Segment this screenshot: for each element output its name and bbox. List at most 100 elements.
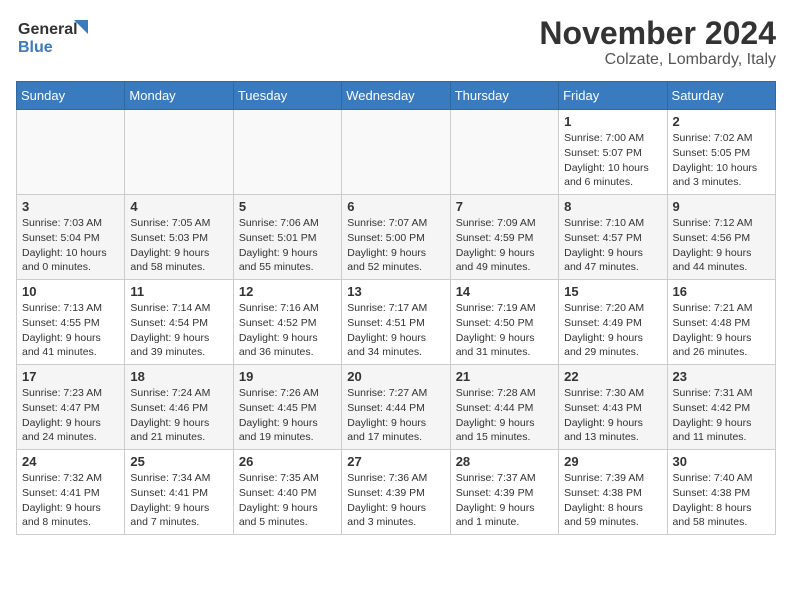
day-cell: 14 Sunrise: 7:19 AM Sunset: 4:50 PM Dayli… xyxy=(450,280,558,365)
day-cell: 20 Sunrise: 7:27 AM Sunset: 4:44 PM Dayli… xyxy=(342,365,450,450)
day-cell: 15 Sunrise: 7:20 AM Sunset: 4:49 PM Dayli… xyxy=(559,280,667,365)
day-cell xyxy=(125,110,233,195)
day-number: 23 xyxy=(673,369,770,384)
day-cell: 11Sunrise: 7:14 AM Sunset: 4:54 PM Dayli… xyxy=(125,280,233,365)
day-number: 1 xyxy=(564,114,661,129)
day-number: 30 xyxy=(673,454,770,469)
day-cell: 16 Sunrise: 7:21 AM Sunset: 4:48 PM Dayli… xyxy=(667,280,775,365)
day-info: Sunrise: 7:21 AM Sunset: 4:48 PM Dayligh… xyxy=(673,301,770,360)
week-row-2: 3Sunrise: 7:03 AM Sunset: 5:04 PM Daylig… xyxy=(17,195,776,280)
day-info: Sunrise: 7:05 AM Sunset: 5:03 PM Dayligh… xyxy=(130,216,227,275)
day-info: Sunrise: 7:34 AM Sunset: 4:41 PM Dayligh… xyxy=(130,471,227,530)
day-cell: 30Sunrise: 7:40 AM Sunset: 4:38 PM Dayli… xyxy=(667,450,775,535)
day-cell: 1Sunrise: 7:00 AM Sunset: 5:07 PM Daylig… xyxy=(559,110,667,195)
day-number: 16 xyxy=(673,284,770,299)
week-row-4: 17 Sunrise: 7:23 AM Sunset: 4:47 PM Dayli… xyxy=(17,365,776,450)
day-info: Sunrise: 7:03 AM Sunset: 5:04 PM Dayligh… xyxy=(22,216,119,275)
week-row-3: 10Sunrise: 7:13 AM Sunset: 4:55 PM Dayli… xyxy=(17,280,776,365)
day-cell: 12 Sunrise: 7:16 AM Sunset: 4:52 PM Dayli… xyxy=(233,280,341,365)
day-info: Sunrise: 7:06 AM Sunset: 5:01 PM Dayligh… xyxy=(239,216,336,275)
day-number: 18 xyxy=(130,369,227,384)
day-number: 10 xyxy=(22,284,119,299)
svg-text:General: General xyxy=(18,21,78,38)
header-row: SundayMondayTuesdayWednesdayThursdayFrid… xyxy=(17,82,776,110)
day-cell: 28 Sunrise: 7:37 AM Sunset: 4:39 PM Dayli… xyxy=(450,450,558,535)
day-number: 28 xyxy=(456,454,553,469)
day-info: Sunrise: 7:24 AM Sunset: 4:46 PM Dayligh… xyxy=(130,386,227,445)
day-cell: 23 Sunrise: 7:31 AM Sunset: 4:42 PM Dayli… xyxy=(667,365,775,450)
day-info: Sunrise: 7:28 AM Sunset: 4:44 PM Dayligh… xyxy=(456,386,553,445)
day-number: 21 xyxy=(456,369,553,384)
day-number: 19 xyxy=(239,369,336,384)
day-number: 13 xyxy=(347,284,444,299)
day-number: 29 xyxy=(564,454,661,469)
day-number: 6 xyxy=(347,199,444,214)
week-row-5: 24 Sunrise: 7:32 AM Sunset: 4:41 PM Dayli… xyxy=(17,450,776,535)
location: Colzate, Lombardy, Italy xyxy=(539,51,776,69)
header-sunday: Sunday xyxy=(17,82,125,110)
day-cell: 18 Sunrise: 7:24 AM Sunset: 4:46 PM Dayli… xyxy=(125,365,233,450)
title-area: November 2024 Colzate, Lombardy, Italy xyxy=(539,16,776,69)
logo-icon: GeneralBlue xyxy=(16,16,96,56)
day-number: 20 xyxy=(347,369,444,384)
day-number: 22 xyxy=(564,369,661,384)
logo: GeneralBlue xyxy=(16,16,96,56)
day-number: 2 xyxy=(673,114,770,129)
header-monday: Monday xyxy=(125,82,233,110)
day-info: Sunrise: 7:12 AM Sunset: 4:56 PM Dayligh… xyxy=(673,216,770,275)
day-cell xyxy=(17,110,125,195)
day-info: Sunrise: 7:35 AM Sunset: 4:40 PM Dayligh… xyxy=(239,471,336,530)
day-cell: 4Sunrise: 7:05 AM Sunset: 5:03 PM Daylig… xyxy=(125,195,233,280)
day-info: Sunrise: 7:26 AM Sunset: 4:45 PM Dayligh… xyxy=(239,386,336,445)
calendar-table: SundayMondayTuesdayWednesdayThursdayFrid… xyxy=(16,81,776,535)
day-number: 9 xyxy=(673,199,770,214)
day-info: Sunrise: 7:17 AM Sunset: 4:51 PM Dayligh… xyxy=(347,301,444,360)
day-info: Sunrise: 7:20 AM Sunset: 4:49 PM Dayligh… xyxy=(564,301,661,360)
day-info: Sunrise: 7:37 AM Sunset: 4:39 PM Dayligh… xyxy=(456,471,553,530)
day-info: Sunrise: 7:39 AM Sunset: 4:38 PM Dayligh… xyxy=(564,471,661,530)
day-number: 25 xyxy=(130,454,227,469)
day-info: Sunrise: 7:23 AM Sunset: 4:47 PM Dayligh… xyxy=(22,386,119,445)
day-info: Sunrise: 7:19 AM Sunset: 4:50 PM Dayligh… xyxy=(456,301,553,360)
day-number: 7 xyxy=(456,199,553,214)
day-number: 17 xyxy=(22,369,119,384)
header-tuesday: Tuesday xyxy=(233,82,341,110)
day-info: Sunrise: 7:27 AM Sunset: 4:44 PM Dayligh… xyxy=(347,386,444,445)
day-cell: 13 Sunrise: 7:17 AM Sunset: 4:51 PM Dayli… xyxy=(342,280,450,365)
day-cell: 29 Sunrise: 7:39 AM Sunset: 4:38 PM Dayli… xyxy=(559,450,667,535)
header-wednesday: Wednesday xyxy=(342,82,450,110)
day-info: Sunrise: 7:36 AM Sunset: 4:39 PM Dayligh… xyxy=(347,471,444,530)
day-cell: 7 Sunrise: 7:09 AM Sunset: 4:59 PM Daylig… xyxy=(450,195,558,280)
day-info: Sunrise: 7:10 AM Sunset: 4:57 PM Dayligh… xyxy=(564,216,661,275)
day-info: Sunrise: 7:31 AM Sunset: 4:42 PM Dayligh… xyxy=(673,386,770,445)
day-cell: 17 Sunrise: 7:23 AM Sunset: 4:47 PM Dayli… xyxy=(17,365,125,450)
day-cell xyxy=(233,110,341,195)
day-cell: 21 Sunrise: 7:28 AM Sunset: 4:44 PM Dayli… xyxy=(450,365,558,450)
day-cell xyxy=(450,110,558,195)
day-cell: 10Sunrise: 7:13 AM Sunset: 4:55 PM Dayli… xyxy=(17,280,125,365)
day-number: 15 xyxy=(564,284,661,299)
day-cell xyxy=(342,110,450,195)
day-number: 24 xyxy=(22,454,119,469)
day-info: Sunrise: 7:16 AM Sunset: 4:52 PM Dayligh… xyxy=(239,301,336,360)
page-header: GeneralBlue November 2024 Colzate, Lomba… xyxy=(16,16,776,69)
day-info: Sunrise: 7:32 AM Sunset: 4:41 PM Dayligh… xyxy=(22,471,119,530)
day-info: Sunrise: 7:09 AM Sunset: 4:59 PM Dayligh… xyxy=(456,216,553,275)
day-cell: 2 Sunrise: 7:02 AM Sunset: 5:05 PM Daylig… xyxy=(667,110,775,195)
day-number: 5 xyxy=(239,199,336,214)
week-row-1: 1Sunrise: 7:00 AM Sunset: 5:07 PM Daylig… xyxy=(17,110,776,195)
day-info: Sunrise: 7:14 AM Sunset: 4:54 PM Dayligh… xyxy=(130,301,227,360)
day-info: Sunrise: 7:30 AM Sunset: 4:43 PM Dayligh… xyxy=(564,386,661,445)
day-number: 14 xyxy=(456,284,553,299)
day-cell: 25 Sunrise: 7:34 AM Sunset: 4:41 PM Dayli… xyxy=(125,450,233,535)
day-cell: 22 Sunrise: 7:30 AM Sunset: 4:43 PM Dayli… xyxy=(559,365,667,450)
header-thursday: Thursday xyxy=(450,82,558,110)
day-info: Sunrise: 7:02 AM Sunset: 5:05 PM Dayligh… xyxy=(673,131,770,190)
svg-text:Blue: Blue xyxy=(18,39,53,56)
day-cell: 24 Sunrise: 7:32 AM Sunset: 4:41 PM Dayli… xyxy=(17,450,125,535)
day-number: 27 xyxy=(347,454,444,469)
month-title: November 2024 xyxy=(539,16,776,51)
day-cell: 27 Sunrise: 7:36 AM Sunset: 4:39 PM Dayli… xyxy=(342,450,450,535)
day-number: 12 xyxy=(239,284,336,299)
day-info: Sunrise: 7:07 AM Sunset: 5:00 PM Dayligh… xyxy=(347,216,444,275)
